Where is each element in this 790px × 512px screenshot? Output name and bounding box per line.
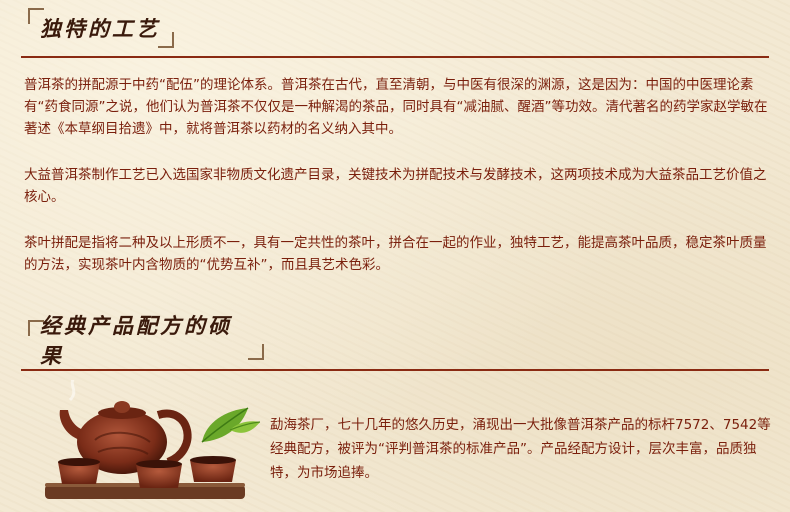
paragraph-products: 勐海茶厂，七十几年的悠久历史，涌现出一大批像普洱茶产品的标杆7572、7542等… xyxy=(270,417,771,481)
paragraph-blending: 茶叶拼配是指将二种及以上形质不一，具有一定共性的茶叶，拼合在一起的作业，独特工艺… xyxy=(24,235,767,273)
heading-corner-ornament xyxy=(28,320,44,336)
section-heading-products: 经典产品配方的硕果 xyxy=(28,313,264,368)
heading-corner-ornament xyxy=(248,344,264,360)
section-title-products: 经典产品配方的硕果 xyxy=(40,313,232,368)
section-divider xyxy=(21,56,769,58)
heading-corner-ornament xyxy=(158,32,174,48)
tea-leaf-icon xyxy=(201,407,261,443)
section-divider xyxy=(21,369,769,371)
section-heading-craft: 独特的工艺 xyxy=(28,8,174,48)
paragraph-origin: 普洱茶的拼配源于中药“配伍”的理论体系。普洱茶在古代，直至清朝，与中医有很深的渊… xyxy=(24,77,768,137)
tea-cup-left xyxy=(58,458,100,484)
heading-corner-ornament xyxy=(28,8,44,24)
section-title-craft: 独特的工艺 xyxy=(40,16,160,41)
paragraph-heritage: 大益普洱茶制作工艺已入选国家非物质文化遗产目录，关键技术为拼配技术与发酵技术，这… xyxy=(24,167,767,205)
